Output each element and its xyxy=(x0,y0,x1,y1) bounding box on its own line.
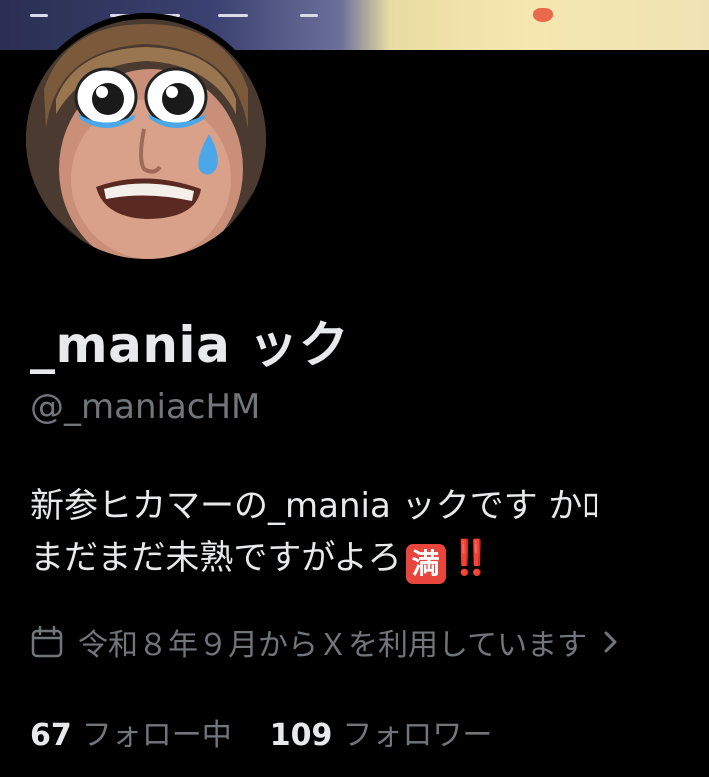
chevron-right-icon xyxy=(604,631,617,653)
following-label: フォロー中 xyxy=(81,718,232,753)
following-link[interactable]: 67 フォロー中 xyxy=(30,710,232,754)
followers-link[interactable]: 109 フォロワー xyxy=(270,710,493,754)
bio-line: 新参ヒカマーの_mania ックです かﾛ xyxy=(30,486,600,526)
bio-line: まだまだ未熟ですがよろ満 ‼️ xyxy=(30,532,690,584)
avatar[interactable] xyxy=(26,19,266,259)
display-name: _mania ック xyxy=(30,316,350,374)
calendar-icon xyxy=(31,625,63,658)
follow-stats: 67 フォロー中 109 フォロワー xyxy=(30,710,492,754)
user-handle: @_maniacHM xyxy=(30,387,261,427)
joined-date-row[interactable]: 令和８年９月からＸを利用しています xyxy=(30,620,621,664)
double-exclamation-icon: ‼️ xyxy=(449,538,492,578)
joined-date-text: 令和８年９月からＸを利用しています xyxy=(78,628,588,663)
followers-count: 109 xyxy=(269,718,333,753)
bio-line-text: まだまだ未熟ですがよろ xyxy=(30,538,402,578)
following-count: 67 xyxy=(30,718,72,753)
full-emoji-icon: 満 xyxy=(405,544,446,584)
profile-bio: 新参ヒカマーの_mania ックです かﾛ まだまだ未熟ですがよろ満 ‼️ xyxy=(30,480,690,584)
followers-label: フォロワー xyxy=(342,718,493,753)
